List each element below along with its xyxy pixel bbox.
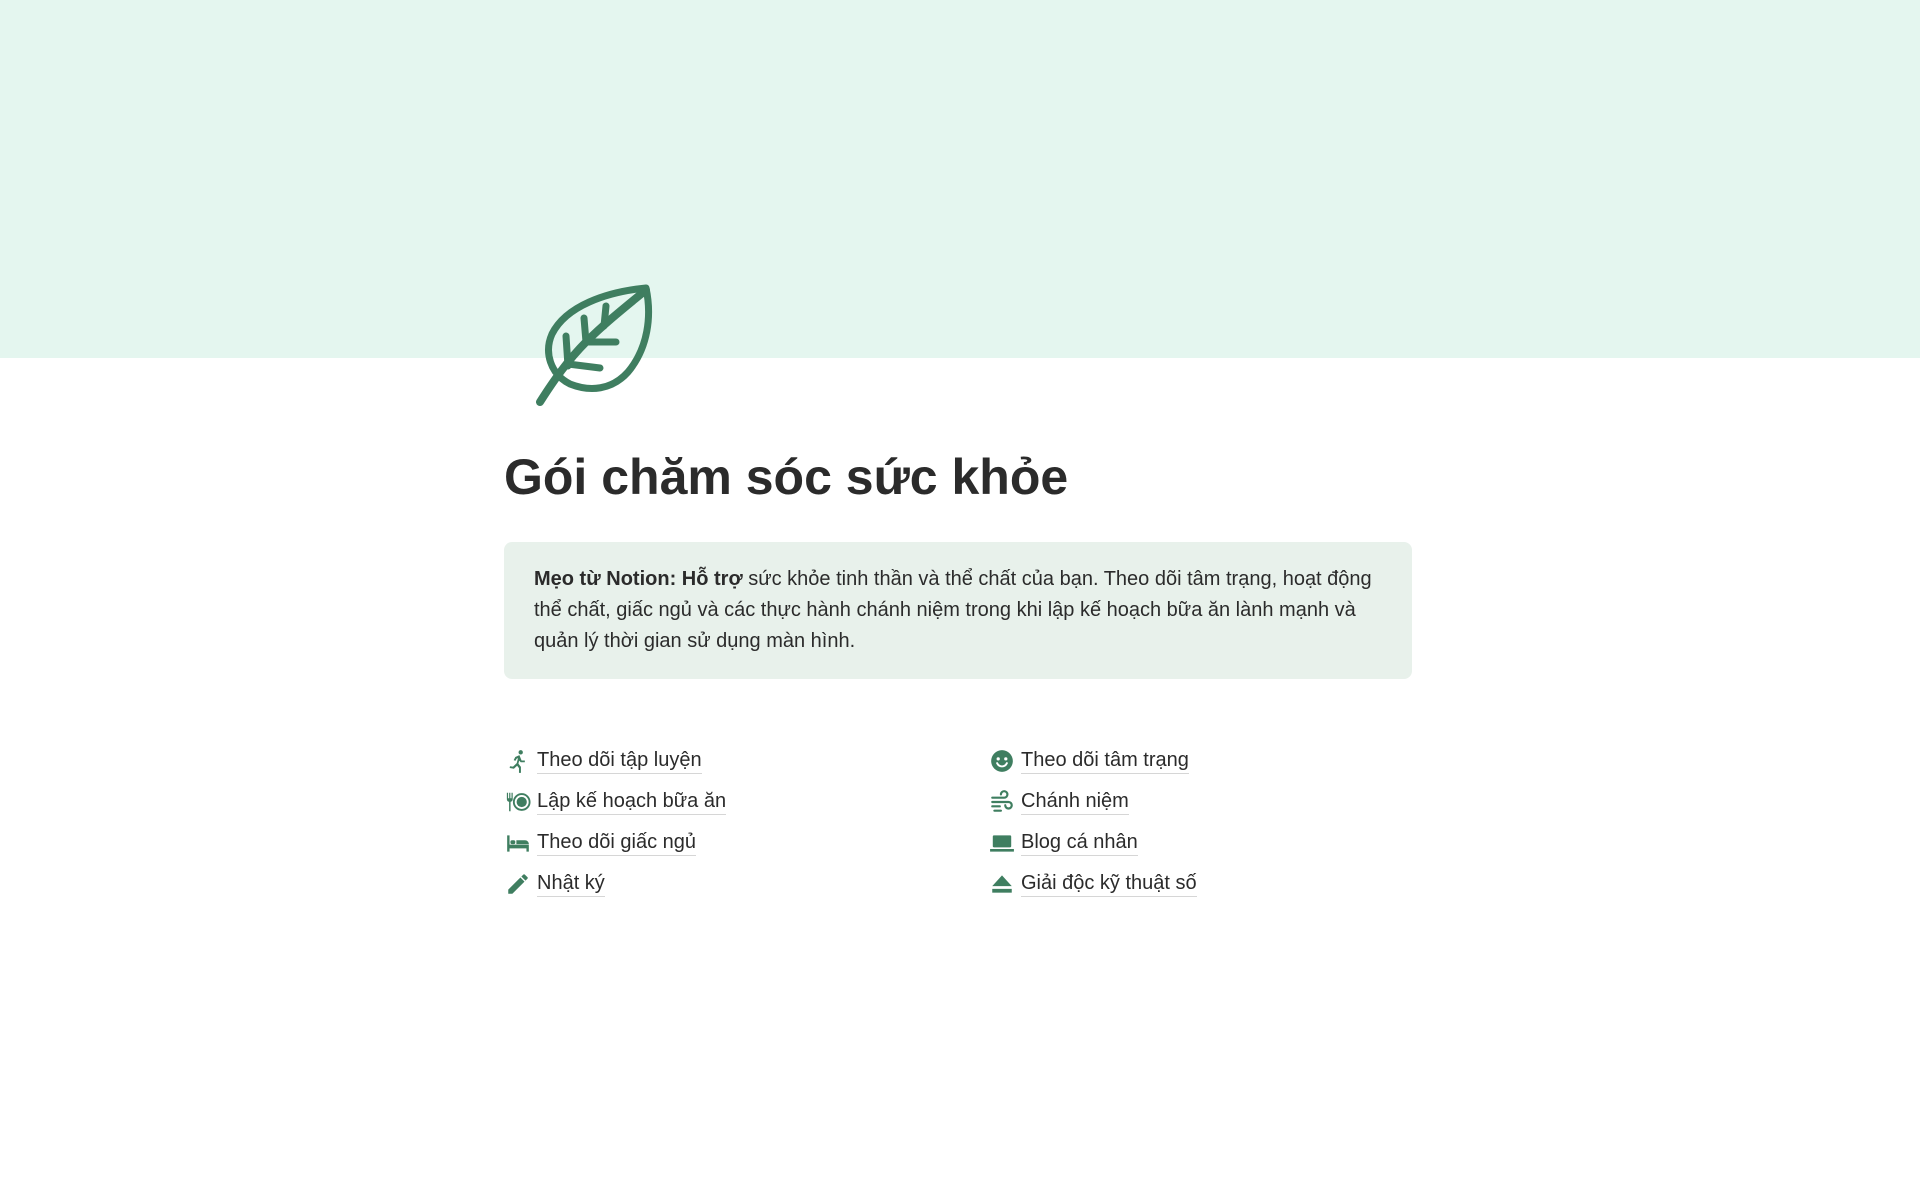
wind-icon	[988, 788, 1016, 816]
link-mood-tracker[interactable]: Theo dõi tâm trạng	[988, 740, 1197, 781]
notion-tip-callout[interactable]: Mẹo từ Notion: Hỗ trợ sức khỏe tinh thần…	[504, 542, 1412, 679]
link-label: Nhật ký	[537, 871, 605, 897]
bed-icon	[504, 829, 532, 857]
link-personal-blog[interactable]: Blog cá nhân	[988, 822, 1197, 863]
link-label: Giải độc kỹ thuật số	[1021, 871, 1197, 897]
link-journal[interactable]: Nhật ký	[504, 863, 726, 904]
eject-icon	[988, 870, 1016, 898]
dining-icon	[504, 788, 532, 816]
cover-banner	[0, 0, 1920, 358]
link-label: Theo dõi giấc ngủ	[537, 830, 697, 856]
link-label: Lập kế hoạch bữa ăn	[537, 789, 727, 815]
link-meal-planner[interactable]: Lập kế hoạch bữa ăn	[504, 781, 727, 822]
link-mindfulness[interactable]: Chánh niệm	[988, 781, 1197, 822]
leaf-icon[interactable]	[528, 276, 664, 412]
link-label: Chánh niệm	[1021, 789, 1129, 815]
link-label: Blog cá nhân	[1021, 830, 1138, 856]
link-label: Theo dõi tâm trạng	[1021, 748, 1189, 774]
running-icon	[504, 747, 532, 775]
smiley-icon	[988, 747, 1016, 775]
callout-bold-text: Mẹo từ Notion: Hỗ trợ	[534, 568, 743, 590]
link-workout-tracker[interactable]: Theo dõi tập luyện	[504, 740, 726, 781]
pencil-icon	[504, 870, 532, 898]
links-right-column: Theo dõi tâm trạng Chánh niệm Blog cá nh…	[988, 740, 1197, 904]
page-title[interactable]: Gói chăm sóc sức khỏe	[504, 448, 1068, 506]
link-label: Theo dõi tập luyện	[537, 748, 702, 774]
link-digital-detox[interactable]: Giải độc kỹ thuật số	[988, 863, 1197, 904]
links-left-column: Theo dõi tập luyện Lập kế hoạch bữa ăn T…	[504, 740, 727, 904]
laptop-icon	[988, 829, 1016, 857]
link-sleep-tracker[interactable]: Theo dõi giấc ngủ	[504, 822, 726, 863]
